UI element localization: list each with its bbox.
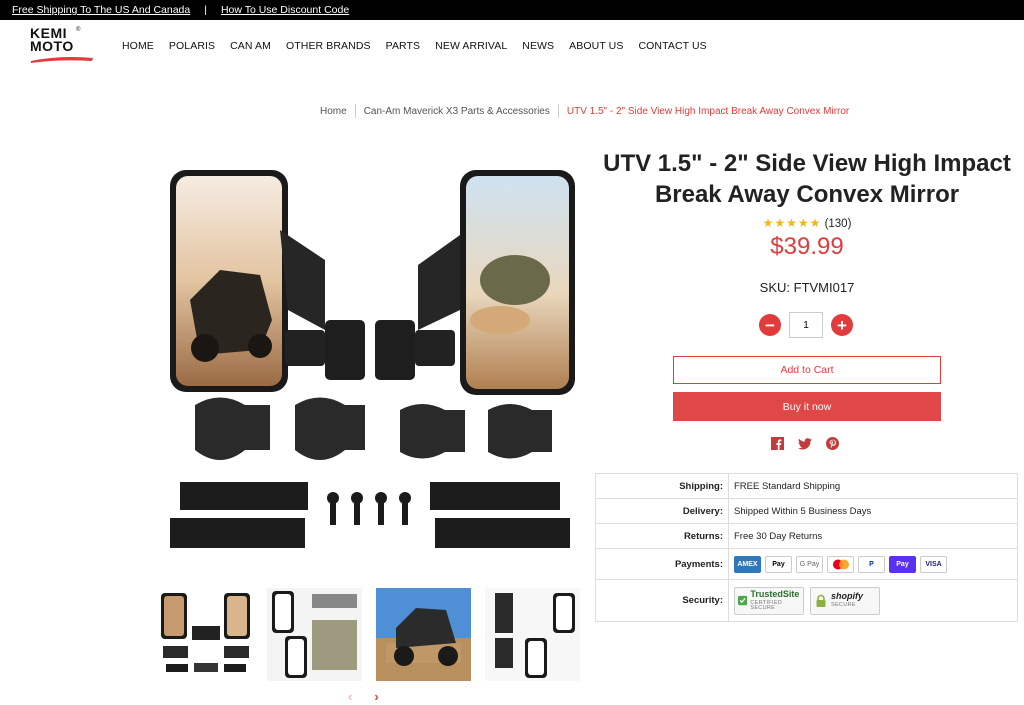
facebook-icon[interactable] (771, 437, 784, 450)
table-row: Shipping: FREE Standard Shipping (595, 473, 1018, 499)
thumbnail-3[interactable] (376, 588, 471, 681)
kemimoto-logo[interactable]: KEMI MOTO ® (30, 26, 96, 65)
site-header: KEMI MOTO ® HOME POLARIS CAN AM OTHER BR… (0, 20, 1024, 72)
thumbnail-4[interactable] (485, 588, 580, 681)
product-main-image[interactable] (160, 160, 580, 560)
product-title-line2: Break Away Convex Mirror (654, 181, 960, 208)
checkmark-icon (738, 595, 748, 606)
trustedsite-title: TrustedSite (750, 588, 800, 599)
product-sku: SKU: FTVMI017 (759, 280, 855, 295)
buy-it-now-button[interactable]: Buy it now (673, 392, 941, 421)
shop-pay-icon: Pay (889, 555, 916, 573)
product-price: $39.99 (770, 233, 844, 260)
thumbnail-2[interactable] (267, 588, 362, 681)
trustedsite-badge[interactable]: TrustedSite CERTIFIED SECURE (734, 586, 804, 615)
mastercard-icon (827, 555, 854, 573)
nav-other-brands[interactable]: OTHER BRANDS (286, 40, 371, 52)
free-shipping-link[interactable]: Free Shipping To The US And Canada (12, 4, 190, 16)
apple-pay-icon: Pay (765, 555, 792, 573)
pinterest-icon[interactable] (826, 437, 839, 450)
security-value: TrustedSite CERTIFIED SECURE shopify SEC… (728, 579, 1018, 622)
thumbnail-carousel-controls: ‹ › (348, 689, 379, 704)
main-nav: HOME POLARIS CAN AM OTHER BRANDS PARTS N… (122, 40, 722, 52)
twitter-icon[interactable] (798, 437, 812, 450)
visa-icon: VISA (920, 555, 947, 573)
quantity-stepper: − + (759, 312, 853, 338)
nav-can-am[interactable]: CAN AM (230, 40, 271, 52)
breadcrumb-category[interactable]: Can-Am Maverick X3 Parts & Accessories (364, 106, 550, 117)
breadcrumb-divider (557, 104, 559, 118)
breadcrumb-home[interactable]: Home (320, 106, 347, 117)
paypal-icon: P (858, 555, 885, 573)
product-info-table: Shipping: FREE Standard Shipping Deliver… (595, 473, 1018, 622)
product-title: UTV 1.5" - 2" Side View High Impact Brea… (598, 148, 1016, 210)
nav-contact-us[interactable]: CONTACT US (638, 40, 706, 52)
shipping-value: FREE Standard Shipping (728, 473, 1018, 499)
table-row: Returns: Free 30 Day Returns (595, 523, 1018, 549)
nav-new-arrival[interactable]: NEW ARRIVAL (435, 40, 507, 52)
shopify-secure-badge[interactable]: shopify SECURE (810, 586, 880, 615)
add-to-cart-button[interactable]: Add to Cart (673, 356, 941, 384)
trustedsite-subtitle: CERTIFIED SECURE (750, 599, 783, 611)
logo-line2: MOTO (30, 38, 74, 54)
shopify-title: shopify (831, 591, 864, 602)
carousel-prev-icon[interactable]: ‹ (348, 689, 352, 704)
thumbnail-strip (158, 588, 580, 681)
returns-label: Returns: (595, 523, 729, 549)
discount-code-link[interactable]: How To Use Discount Code (221, 4, 349, 16)
shipping-label: Shipping: (595, 473, 729, 499)
product-title-line1: UTV 1.5" - 2" Side View High Impact (603, 150, 1011, 177)
announcement-bar: Free Shipping To The US And Canada | How… (0, 0, 1024, 20)
nav-polaris[interactable]: POLARIS (169, 40, 215, 52)
table-row: Security: TrustedSite CERTIFIED SECURE s… (595, 579, 1018, 622)
review-count: (130) (824, 218, 852, 230)
google-pay-icon: G Pay (796, 555, 823, 573)
breadcrumb-divider (354, 104, 356, 118)
breadcrumb-current: UTV 1.5" - 2" Side View High Impact Brea… (566, 105, 850, 117)
lock-icon (816, 594, 826, 607)
star-rating-icon: ★★★★★ (762, 216, 822, 230)
breadcrumb: Home Can-Am Maverick X3 Parts & Accessor… (320, 104, 849, 118)
delivery-label: Delivery: (595, 498, 729, 524)
product-rating[interactable]: ★★★★★ (130) (598, 216, 1016, 230)
delivery-value: Shipped Within 5 Business Days (728, 498, 1018, 524)
quantity-input[interactable] (789, 312, 823, 338)
social-share (771, 437, 839, 450)
nav-home[interactable]: HOME (122, 40, 154, 52)
payments-label: Payments: (595, 548, 729, 580)
amex-icon: AMEX (734, 555, 761, 573)
topbar-separator: | (204, 4, 207, 16)
logo-swoosh-icon (31, 57, 93, 63)
payments-value: AMEX Pay G Pay P Pay VISA (728, 548, 1018, 580)
thumbnail-1[interactable] (158, 588, 253, 681)
quantity-plus-button[interactable]: + (831, 314, 853, 336)
table-row: Delivery: Shipped Within 5 Business Days (595, 498, 1018, 524)
shopify-subtitle: SECURE (831, 602, 856, 609)
returns-value: Free 30 Day Returns (728, 523, 1018, 549)
nav-news[interactable]: NEWS (522, 40, 554, 52)
nav-about-us[interactable]: ABOUT US (569, 40, 623, 52)
nav-parts[interactable]: PARTS (386, 40, 421, 52)
table-row: Payments: AMEX Pay G Pay P Pay VISA (595, 548, 1018, 580)
logo-registered: ® (76, 27, 81, 33)
security-label: Security: (595, 579, 729, 622)
quantity-minus-button[interactable]: − (759, 314, 781, 336)
carousel-next-icon[interactable]: › (374, 689, 378, 704)
